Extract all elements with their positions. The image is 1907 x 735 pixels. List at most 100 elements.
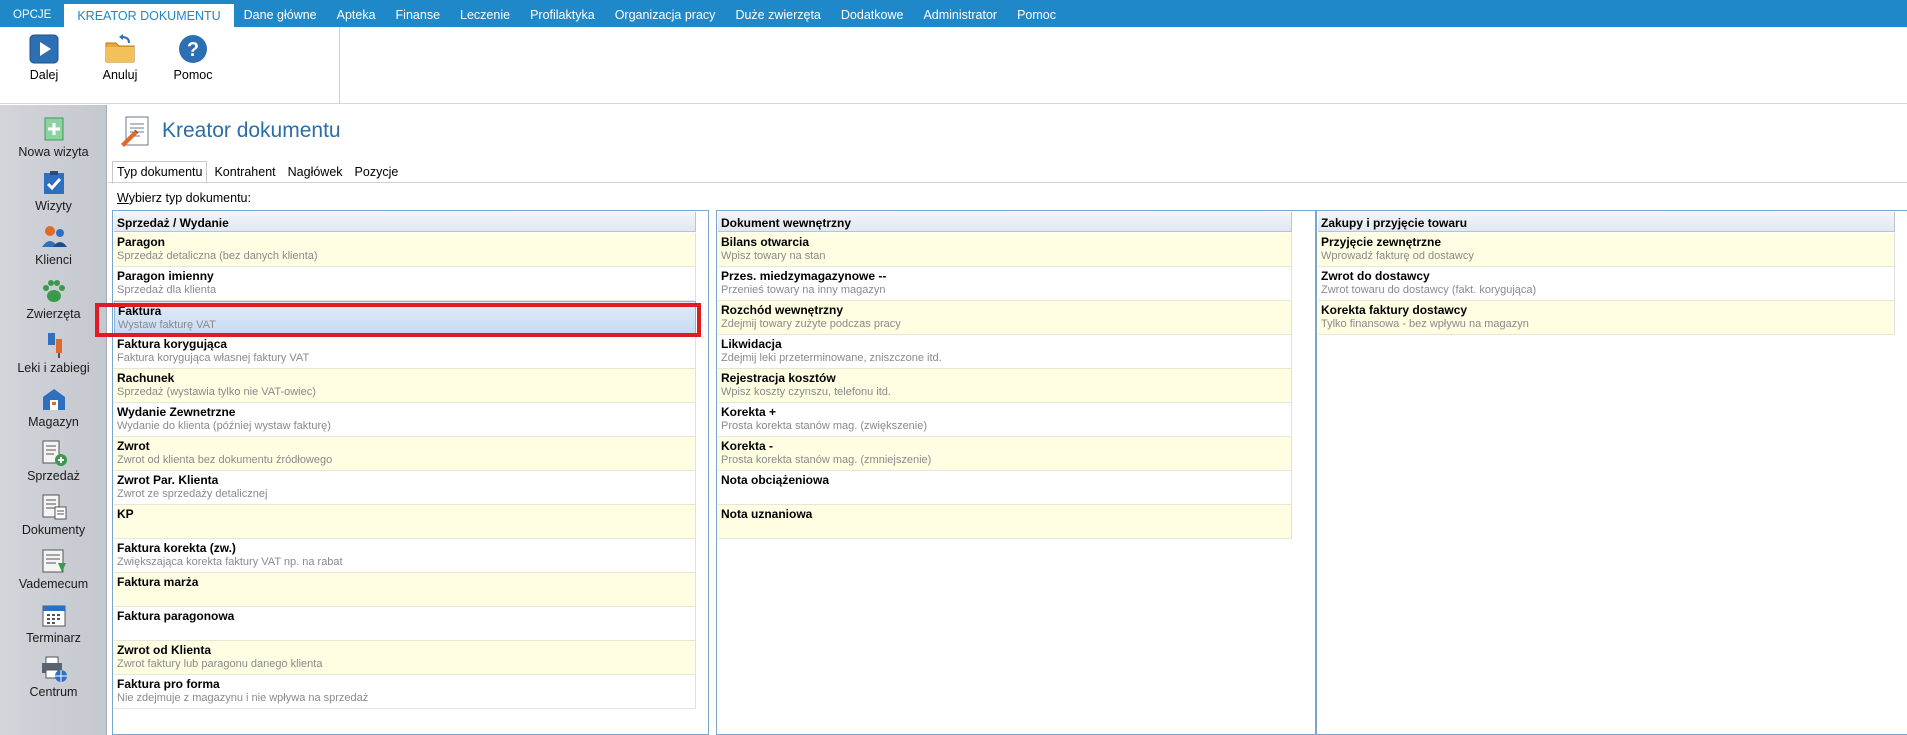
item-title: Paragon imienny xyxy=(117,269,214,283)
sidebar-item-label: Sprzedaż xyxy=(27,469,80,483)
wizard-tabs: Typ dokumentu Kontrahent Nagłówek Pozycj… xyxy=(112,161,405,184)
sidebar-item-label: Dokumenty xyxy=(21,523,86,537)
list-item-selected[interactable]: Faktura Wystaw fakturę VAT xyxy=(114,301,696,335)
menu-apteka[interactable]: Apteka xyxy=(327,0,386,27)
menu-duze-zwierzeta[interactable]: Duże zwierzęta xyxy=(725,0,830,27)
tab-divider xyxy=(108,182,1907,183)
list-item[interactable]: Zwrot Par. Klienta Zwrot ze sprzedaży det… xyxy=(114,471,696,505)
list-item[interactable]: Faktura pro forma Nie zdejmuje z magazynu… xyxy=(114,675,696,709)
list-item[interactable]: Zwrot do dostawcy Zwrot towaru do dostawc… xyxy=(1318,267,1895,301)
list-item[interactable]: Paragon imienny Sprzedaż dla klienta xyxy=(114,267,696,301)
sidebar-item-dokumenty[interactable]: Dokumenty xyxy=(0,493,107,547)
sidebar-item-centrum[interactable]: Centrum xyxy=(0,655,107,709)
menu-kreator-dokumentu[interactable]: KREATOR DOKUMENTU xyxy=(64,4,234,27)
document-wizard-icon xyxy=(118,114,154,150)
purchase-panel: Zakupy i przyjęcie towaru Przyjęcie zewn… xyxy=(1316,210,1907,735)
folder-back-icon xyxy=(104,33,136,65)
item-title: Korekta faktury dostawcy xyxy=(1321,303,1468,317)
item-subtitle: Faktura korygująca własnej faktury VAT xyxy=(117,352,310,364)
sidebar-item-klienci[interactable]: Klienci xyxy=(0,223,107,277)
item-subtitle: Wpisz towary na stan xyxy=(721,250,826,262)
cancel-button[interactable]: Anuluj xyxy=(88,33,152,93)
list-item[interactable]: Nota uznaniowa xyxy=(718,505,1292,539)
page-title: Kreator dokumentu xyxy=(162,119,341,142)
documents-icon xyxy=(40,493,68,521)
list-item[interactable]: Faktura marża xyxy=(114,573,696,607)
sidebar-item-label: Vademecum xyxy=(18,577,89,591)
list-item[interactable]: Paragon Sprzedaż detaliczna (bez danych k… xyxy=(114,233,696,267)
tab-typ-dokumentu[interactable]: Typ dokumentu xyxy=(112,161,208,184)
list-item[interactable]: KP xyxy=(114,505,696,539)
sidebar-item-leki-i-zabiegi[interactable]: Leki i zabiegi xyxy=(0,331,107,385)
clipboard-check-icon xyxy=(40,169,68,197)
menu-dane-glowne[interactable]: Dane główne xyxy=(234,0,327,27)
warehouse-icon xyxy=(40,385,68,413)
item-subtitle: Zwrot ze sprzedaży detalicznej xyxy=(117,488,268,500)
help-button[interactable]: ? Pomoc xyxy=(161,33,225,93)
list-item[interactable]: Korekta + Prosta korekta stanów mag. (zwi… xyxy=(718,403,1292,437)
next-label: Dalej xyxy=(29,68,59,82)
list-item[interactable]: Korekta - Prosta korekta stanów mag. (zmn… xyxy=(718,437,1292,471)
item-subtitle: Zwiększająca korekta faktury VAT np. na … xyxy=(117,556,343,568)
item-subtitle: Prosta korekta stanów mag. (zmniejszenie… xyxy=(721,454,932,466)
sidebar-item-vademecum[interactable]: Vademecum xyxy=(0,547,107,601)
prompt-accelerator: W xyxy=(117,191,129,205)
list-item[interactable]: Bilans otwarcia Wpisz towary na stan xyxy=(718,233,1292,267)
sidebar-item-label: Zwierzęta xyxy=(26,307,81,321)
play-icon xyxy=(28,33,60,65)
list-item[interactable]: Faktura korekta (zw.) Zwiększająca korekt… xyxy=(114,539,696,573)
item-title: Zwrot do dostawcy xyxy=(1321,269,1430,283)
list-item[interactable]: Faktura korygująca Faktura korygująca wła… xyxy=(114,335,696,369)
sidebar-item-label: Terminarz xyxy=(26,631,81,645)
item-subtitle: Sprzedaż detaliczna (bez danych klienta) xyxy=(117,250,318,262)
list-item[interactable]: Likwidacja Zdejmij leki przeterminowane, … xyxy=(718,335,1292,369)
sidebar-item-label: Nowa wizyta xyxy=(18,145,89,159)
sidebar-item-nowa-wizyta[interactable]: Nowa wizyta xyxy=(0,115,107,169)
menu-dodatkowe[interactable]: Dodatkowe xyxy=(831,0,914,27)
item-title: Korekta + xyxy=(721,405,777,419)
paw-icon xyxy=(40,277,68,305)
list-item[interactable]: Przyjęcie zewnętrzne Wprowadź fakturę od … xyxy=(1318,233,1895,267)
menu-organizacja-pracy[interactable]: Organizacja pracy xyxy=(605,0,726,27)
menu-finanse[interactable]: Finanse xyxy=(386,0,450,27)
item-title: Faktura korygująca xyxy=(117,337,228,351)
list-item[interactable]: Korekta faktury dostawcy Tylko finansowa … xyxy=(1318,301,1895,335)
sidebar-item-wizyty[interactable]: Wizyty xyxy=(0,169,107,223)
sidebar-item-label: Leki i zabiegi xyxy=(17,361,90,375)
list-item[interactable]: Faktura paragonowa xyxy=(114,607,696,641)
tab-pozycje[interactable]: Pozycje xyxy=(350,161,404,184)
menu-leczenie[interactable]: Leczenie xyxy=(450,0,520,27)
sidebar-item-sprzedaz[interactable]: Sprzedaż xyxy=(0,439,107,493)
item-title: Paragon xyxy=(117,235,166,249)
list-item[interactable]: Zwrot Zwrot od klienta bez dokumentu źród… xyxy=(114,437,696,471)
menu-pomoc[interactable]: Pomoc xyxy=(1007,0,1066,27)
sidebar-item-terminarz[interactable]: Terminarz xyxy=(0,601,107,655)
sidebar: Nowa wizyta Wizyty Klienci Zwierzęta Lek… xyxy=(0,105,107,735)
item-title: Rozchód wewnętrzny xyxy=(721,303,844,317)
list-item[interactable]: Zwrot od Klienta Zwrot faktury lub parago… xyxy=(114,641,696,675)
list-item[interactable]: Rozchód wewnętrzny Zdejmij towary zużyte … xyxy=(718,301,1292,335)
sidebar-item-zwierzeta[interactable]: Zwierzęta xyxy=(0,277,107,331)
purchase-panel-header: Zakupy i przyjęcie towaru xyxy=(1318,212,1895,232)
item-subtitle: Tylko finansowa - bez wpływu na magazyn xyxy=(1321,318,1529,330)
sales-panel-header: Sprzedaż / Wydanie xyxy=(114,212,696,232)
list-item[interactable]: Rejestracja kosztów Wpisz koszty czynszu,… xyxy=(718,369,1292,403)
next-button[interactable]: Dalej xyxy=(12,33,76,93)
list-item[interactable]: Nota obciążeniowa xyxy=(718,471,1292,505)
tab-naglowek[interactable]: Nagłówek xyxy=(283,161,348,184)
sales-panel: Sprzedaż / Wydanie Paragon Sprzedaż detal… xyxy=(112,210,709,735)
menu-administrator[interactable]: Administrator xyxy=(913,0,1007,27)
sidebar-item-magazyn[interactable]: Magazyn xyxy=(0,385,107,439)
svg-text:?: ? xyxy=(187,39,199,61)
list-item[interactable]: Przes. miedzymagazynowe -- Przenieś towar… xyxy=(718,267,1292,301)
item-subtitle: Wystaw fakturę VAT xyxy=(118,319,216,331)
tab-kontrahent[interactable]: Kontrahent xyxy=(209,161,280,184)
sidebar-item-label: Magazyn xyxy=(28,415,79,429)
list-item[interactable]: Wydanie Zewnetrzne Wydanie do klienta (pó… xyxy=(114,403,696,437)
item-title: Zwrot xyxy=(117,439,150,453)
list-item[interactable]: Rachunek Sprzedaż (wystawia tylko nie VAT… xyxy=(114,369,696,403)
calendar-icon xyxy=(40,601,68,629)
menu-opcje[interactable]: OPCJE xyxy=(0,0,64,27)
item-subtitle: Zdejmij towary zużyte podczas pracy xyxy=(721,318,901,330)
menu-profilaktyka[interactable]: Profilaktyka xyxy=(520,0,605,27)
